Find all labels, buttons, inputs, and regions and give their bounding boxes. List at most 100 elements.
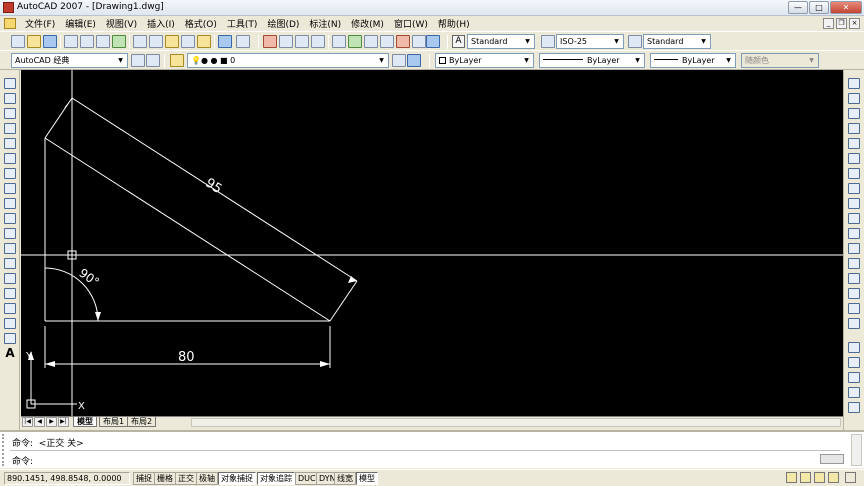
copy-icon[interactable] — [848, 93, 860, 104]
doc-close-button[interactable]: × — [849, 18, 860, 29]
match-properties-icon[interactable] — [181, 35, 195, 48]
otrack-toggle[interactable]: 对象追踪 — [257, 472, 295, 485]
mirror-icon[interactable] — [848, 108, 860, 119]
stretch-icon[interactable] — [848, 198, 860, 209]
document-icon[interactable] — [4, 18, 16, 29]
hatch-icon[interactable] — [4, 288, 16, 299]
redo-icon[interactable] — [236, 35, 250, 48]
command-scroll-thumb[interactable] — [820, 454, 844, 464]
array-icon[interactable] — [848, 138, 860, 149]
workspace-select[interactable]: AutoCAD 经典 ▼ — [11, 53, 128, 68]
undo-icon[interactable] — [218, 35, 232, 48]
tab-layout1[interactable]: 布局1 — [99, 417, 129, 427]
new-icon[interactable] — [11, 35, 25, 48]
send-under-icon[interactable] — [848, 402, 860, 413]
snap-toggle[interactable]: 捕捉 — [133, 472, 155, 485]
tab-first-button[interactable]: |◀ — [22, 417, 33, 427]
hypotenuse-line[interactable] — [44, 137, 331, 322]
move-icon[interactable] — [848, 153, 860, 164]
tab-prev-button[interactable]: ◀ — [34, 417, 45, 427]
pan-icon[interactable] — [263, 35, 277, 48]
cut-icon[interactable] — [133, 35, 147, 48]
publish-icon[interactable] — [96, 35, 110, 48]
zoom-window-icon[interactable] — [295, 35, 309, 48]
maximize-button[interactable]: □ — [809, 1, 829, 14]
drawing-area[interactable]: 95 80 90° Y X — [21, 70, 843, 416]
spline-icon[interactable] — [4, 198, 16, 209]
menu-edit[interactable]: 编辑(E) — [60, 17, 101, 30]
horizontal-scrollbar[interactable] — [191, 418, 841, 427]
properties-icon[interactable] — [332, 35, 346, 48]
command-scrollbar[interactable] — [851, 434, 862, 466]
osnap-toggle[interactable]: 对象捕捉 — [218, 472, 256, 485]
layer-manager-icon[interactable] — [170, 54, 184, 67]
command-prompt[interactable]: 命令: — [12, 454, 33, 467]
draw-order-icon[interactable] — [848, 342, 860, 353]
dim-style-select[interactable]: ISO-25 ▼ — [556, 34, 624, 49]
construction-line-icon[interactable] — [4, 93, 16, 104]
block-editor-icon[interactable] — [197, 35, 211, 48]
layer-select[interactable]: 💡● ● ■ 0 ▼ — [187, 53, 389, 68]
extend-icon[interactable] — [848, 228, 860, 239]
close-button[interactable]: ✕ — [830, 1, 862, 14]
workspace-settings-icon[interactable] — [131, 54, 145, 67]
save-workspace-icon[interactable] — [146, 54, 160, 67]
color-select[interactable]: ByLayer ▼ — [435, 53, 534, 68]
point-icon[interactable] — [4, 273, 16, 284]
dim-style-icon[interactable] — [541, 35, 555, 48]
circle-icon[interactable] — [4, 168, 16, 179]
tab-next-button[interactable]: ▶ — [46, 417, 57, 427]
erase-icon[interactable] — [848, 78, 860, 89]
menu-tools[interactable]: 工具(T) — [222, 17, 263, 30]
join-icon[interactable] — [848, 273, 860, 284]
tab-model[interactable]: 模型 — [73, 417, 97, 427]
zoom-realtime-icon[interactable] — [279, 35, 293, 48]
polyline-icon[interactable] — [4, 108, 16, 119]
markup-icon[interactable] — [396, 35, 410, 48]
table-style-select[interactable]: Standard ▼ — [643, 34, 711, 49]
ortho-toggle[interactable]: 正交 — [175, 472, 197, 485]
tab-last-button[interactable]: ▶| — [58, 417, 69, 427]
bring-above-icon[interactable] — [848, 387, 860, 398]
3d-dwf-icon[interactable] — [112, 35, 126, 48]
minimize-button[interactable]: — — [788, 1, 808, 14]
rotate-icon[interactable] — [848, 168, 860, 179]
make-block-icon[interactable] — [4, 258, 16, 269]
text-style-select[interactable]: Standard ▼ — [467, 34, 535, 49]
polar-toggle[interactable]: 极轴 — [196, 472, 218, 485]
region-icon[interactable] — [4, 318, 16, 329]
menu-file[interactable]: 文件(F) — [20, 17, 60, 30]
fillet-icon[interactable] — [848, 303, 860, 314]
menu-modify[interactable]: 修改(M) — [346, 17, 389, 30]
linear-dimension-text[interactable]: 80 — [178, 350, 195, 365]
break-icon[interactable] — [848, 258, 860, 269]
plot-icon[interactable] — [64, 35, 78, 48]
design-center-icon[interactable] — [348, 35, 362, 48]
ellipse-icon[interactable] — [4, 213, 16, 224]
sheet-set-icon[interactable] — [380, 35, 394, 48]
tool-palettes-icon[interactable] — [364, 35, 378, 48]
copy-clip-icon[interactable] — [149, 35, 163, 48]
insert-block-icon[interactable] — [4, 243, 16, 254]
coordinate-readout[interactable]: 890.1451, 498.8548, 0.0000 — [4, 472, 130, 485]
doc-minimize-button[interactable]: _ — [823, 18, 834, 29]
offset-icon[interactable] — [848, 123, 860, 134]
angle-dimension-text[interactable]: 90° — [76, 266, 101, 290]
send-to-back-icon[interactable] — [848, 372, 860, 383]
open-icon[interactable] — [27, 35, 41, 48]
plot-preview-icon[interactable] — [80, 35, 94, 48]
bring-to-front-icon[interactable] — [848, 357, 860, 368]
table-icon[interactable] — [4, 333, 16, 344]
quickcalc-icon[interactable] — [412, 35, 426, 48]
arc-icon[interactable] — [4, 153, 16, 164]
text-style-icon[interactable]: A — [452, 35, 465, 48]
comm-center-icon[interactable] — [786, 472, 797, 483]
doc-restore-button[interactable]: ❐ — [836, 18, 847, 29]
scale-icon[interactable] — [848, 183, 860, 194]
make-current-layer-icon[interactable] — [392, 54, 406, 67]
save-icon[interactable] — [43, 35, 57, 48]
command-window-grip[interactable] — [2, 434, 7, 466]
help-icon[interactable] — [426, 35, 440, 48]
tab-layout2[interactable]: 布局2 — [127, 417, 157, 427]
lock-icon[interactable] — [800, 472, 811, 483]
